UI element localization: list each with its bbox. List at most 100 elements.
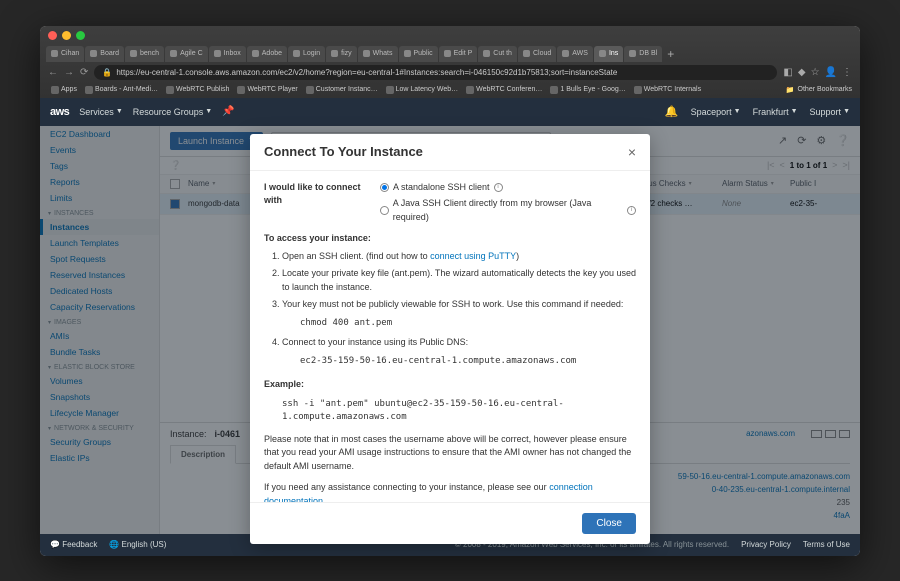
public-dns: ec2-35-159-50-16.eu-central-1.compute.am…	[282, 353, 636, 371]
bell-icon[interactable]: 🔔	[665, 105, 679, 118]
url-text: https://eu-central-1.console.aws.amazon.…	[116, 68, 617, 77]
minimize-window-icon[interactable]	[62, 31, 71, 40]
radio-ssh-client[interactable]	[380, 183, 389, 192]
aws-header: aws Services▼ Resource Groups▼ 📌 🔔 Space…	[40, 98, 860, 126]
bookmark-item[interactable]: 1 Bulls Eye - Goog…	[547, 85, 628, 95]
browser-tab[interactable]: Edit P	[439, 46, 478, 62]
browser-tab[interactable]: fizy	[326, 46, 357, 62]
bookmark-item[interactable]: WebRTC Publish	[163, 85, 232, 95]
browser-tab[interactable]: Cihan	[46, 46, 84, 62]
browser-tab[interactable]: Cloud	[518, 46, 556, 62]
bookmark-icon	[166, 86, 174, 94]
bookmark-icon	[634, 86, 642, 94]
bookmark-icon	[306, 86, 314, 94]
url-bar: ← → ⟳ 🔒 https://eu-central-1.console.aws…	[40, 62, 860, 82]
close-window-icon[interactable]	[48, 31, 57, 40]
traffic-lights	[40, 26, 860, 46]
feedback-link[interactable]: 💬 Feedback	[50, 540, 97, 549]
bookmark-icon	[237, 86, 245, 94]
browser-tab[interactable]: Public	[399, 46, 438, 62]
browser-tab[interactable]: Whats	[358, 46, 398, 62]
browser-tab[interactable]: Inbox	[209, 46, 246, 62]
favicon-icon	[523, 50, 530, 57]
close-icon[interactable]: ×	[628, 144, 636, 160]
ssh-example: ssh -i "ant.pem" ubuntu@ec2-35-159-50-16…	[264, 396, 636, 427]
browser-tab[interactable]: AWS	[557, 46, 593, 62]
browser-tab[interactable]: Agile C	[165, 46, 208, 62]
bookmark-item[interactable]: WebRTC Conferen…	[463, 85, 545, 95]
pin-icon[interactable]: 📌	[222, 106, 234, 117]
ext-icon[interactable]: ◧	[783, 67, 792, 78]
bookmark-icon	[466, 86, 474, 94]
back-icon[interactable]: ←	[48, 67, 58, 78]
bookmark-item[interactable]: WebRTC Player	[234, 85, 300, 95]
bookmark-icon	[550, 86, 558, 94]
browser-chrome: CihanBoardbenchAgile CInboxAdobeLoginfiz…	[40, 26, 860, 98]
resource-groups-menu[interactable]: Resource Groups▼	[133, 107, 212, 117]
modal-overlay: Connect To Your Instance × I would like …	[40, 126, 860, 534]
favicon-icon	[90, 50, 97, 57]
username-note: Please note that in most cases the usern…	[264, 433, 636, 474]
browser-tab[interactable]: bench	[125, 46, 164, 62]
favicon-icon	[331, 50, 338, 57]
forward-icon[interactable]: →	[64, 67, 74, 78]
aws-logo[interactable]: aws	[50, 106, 69, 118]
help-text: If you need any assistance connecting to…	[264, 481, 636, 502]
folder-icon: 📁	[786, 86, 795, 94]
lock-icon: 🔒	[102, 68, 112, 77]
browser-tab[interactable]: Ins	[594, 46, 623, 62]
bookmark-icon	[85, 86, 93, 94]
favicon-icon	[562, 50, 569, 57]
browser-tab[interactable]: Cut th	[478, 46, 517, 62]
step-4: Connect to your instance using its Publi…	[282, 336, 636, 370]
chmod-command: chmod 400 ant.pem	[282, 315, 636, 333]
language-selector[interactable]: 🌐 English (US)	[109, 540, 166, 549]
new-tab-button[interactable]: +	[663, 47, 678, 61]
favicon-icon	[293, 50, 300, 57]
example-heading: Example:	[264, 378, 636, 392]
info-icon[interactable]: i	[627, 206, 636, 215]
bookmark-item[interactable]: Customer Instanc…	[303, 85, 381, 95]
favicon-icon	[214, 50, 221, 57]
favicon-icon	[599, 50, 606, 57]
menu-icon[interactable]: ⋮	[842, 67, 852, 78]
reload-icon[interactable]: ⟳	[80, 67, 88, 78]
browser-tab[interactable]: Adobe	[247, 46, 287, 62]
favicon-icon	[51, 50, 58, 57]
step-3: Your key must not be publicly viewable f…	[282, 298, 636, 332]
maximize-window-icon[interactable]	[76, 31, 85, 40]
account-menu[interactable]: Spaceport▼	[691, 107, 741, 117]
favicon-icon	[170, 50, 177, 57]
bookmark-item[interactable]: Low Latency Web…	[383, 85, 462, 95]
star-icon[interactable]: ☆	[811, 67, 820, 78]
console-body: EC2 DashboardEventsTagsReportsLimitsINST…	[40, 126, 860, 534]
region-menu[interactable]: Frankfurt▼	[753, 107, 798, 117]
address-field[interactable]: 🔒 https://eu-central-1.console.aws.amazo…	[94, 65, 777, 80]
bookmark-item[interactable]: WebRTC Internals	[631, 85, 704, 95]
browser-tab[interactable]: DB Bl	[624, 46, 662, 62]
support-menu[interactable]: Support▼	[810, 107, 850, 117]
favicon-icon	[404, 50, 411, 57]
modal-title: Connect To Your Instance	[264, 144, 423, 159]
radio-java-client[interactable]	[380, 206, 389, 215]
profile-icon[interactable]: 👤	[825, 67, 837, 78]
services-menu[interactable]: Services▼	[79, 107, 122, 117]
bookmarks-bar: AppsBoards - Ant-Medi…WebRTC PublishWebR…	[40, 82, 860, 97]
bookmark-item[interactable]: Apps	[48, 85, 80, 95]
close-button[interactable]: Close	[582, 513, 636, 534]
terms-link[interactable]: Terms of Use	[803, 540, 850, 549]
other-bookmarks[interactable]: 📁Other Bookmarks	[786, 86, 852, 94]
favicon-icon	[252, 50, 259, 57]
bookmark-item[interactable]: Boards - Ant-Medi…	[82, 85, 161, 95]
connect-with-label: I would like to connect with	[264, 181, 374, 225]
browser-tab[interactable]: Board	[85, 46, 124, 62]
putty-link[interactable]: connect using PuTTY	[430, 251, 516, 261]
bookmark-icon	[386, 86, 394, 94]
info-icon[interactable]: i	[494, 183, 503, 192]
ext-icon[interactable]: ◆	[798, 67, 806, 78]
favicon-icon	[629, 50, 636, 57]
browser-window: CihanBoardbenchAgile CInboxAdobeLoginfiz…	[40, 26, 860, 556]
tab-bar: CihanBoardbenchAgile CInboxAdobeLoginfiz…	[40, 45, 860, 62]
browser-tab[interactable]: Login	[288, 46, 325, 62]
privacy-link[interactable]: Privacy Policy	[741, 540, 791, 549]
